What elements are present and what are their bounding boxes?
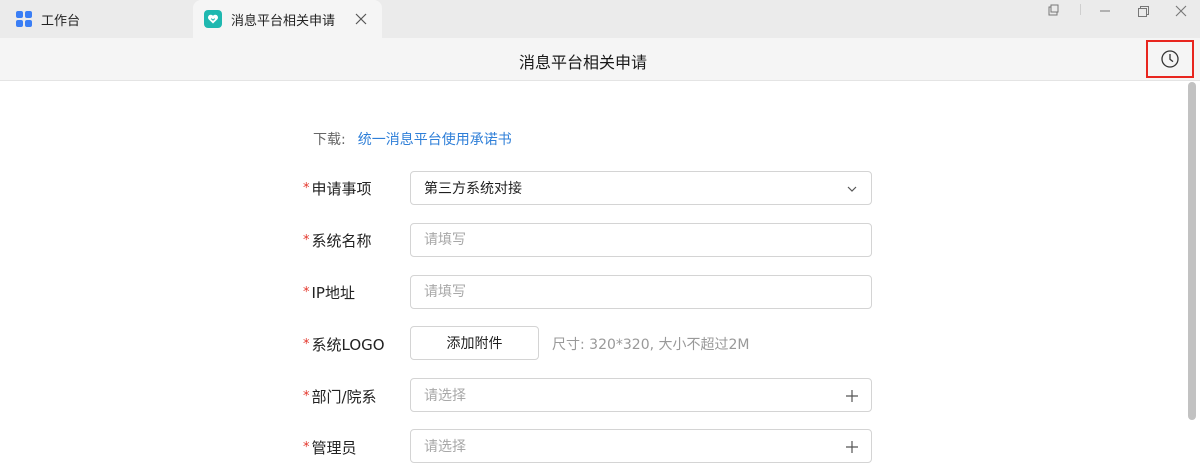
system-name-label: * 系统名称 — [303, 231, 372, 250]
commitment-letter-link[interactable]: 统一消息平台使用承诺书 — [358, 129, 512, 149]
department-picker[interactable]: 请选择 — [410, 378, 872, 412]
admin-label: * 管理员 — [303, 438, 357, 457]
page-header: 消息平台相关申请 — [0, 38, 1200, 81]
required-mark: * — [303, 439, 310, 455]
window-controls-divider — [1080, 4, 1081, 15]
system-name-field[interactable] — [410, 223, 872, 257]
ip-address-label: * IP地址 — [303, 283, 355, 302]
clock-icon — [1161, 50, 1179, 68]
plus-icon[interactable] — [845, 440, 859, 454]
add-attachment-button[interactable]: 添加附件 — [410, 326, 539, 360]
close-icon[interactable] — [1168, 2, 1194, 20]
department-placeholder: 请选择 — [424, 388, 466, 404]
plus-icon[interactable] — [845, 389, 859, 403]
required-mark: * — [303, 284, 310, 300]
admin-placeholder: 请选择 — [424, 439, 466, 455]
system-logo-label: * 系统LOGO — [303, 335, 385, 354]
department-label: * 部门/院系 — [303, 387, 377, 406]
chevron-down-icon — [847, 186, 857, 192]
application-item-select[interactable]: 第三方系统对接 — [410, 171, 872, 205]
pin-window-icon[interactable] — [1040, 2, 1066, 20]
history-button[interactable] — [1146, 40, 1194, 78]
required-mark: * — [303, 388, 310, 404]
application-item-label: * 申请事项 — [303, 179, 372, 198]
page-title: 消息平台相关申请 — [518, 53, 647, 72]
admin-picker[interactable]: 请选择 — [410, 429, 872, 463]
system-name-input[interactable] — [424, 232, 858, 248]
vertical-scrollbar[interactable] — [1188, 82, 1196, 420]
download-row: 下载: 统一消息平台使用承诺书 — [313, 129, 512, 149]
tab-workbench-label: 工作台 — [41, 13, 81, 29]
required-mark: * — [303, 336, 310, 352]
app-heart-icon — [204, 10, 222, 28]
tab-strip: 工作台 消息平台相关申请 — [0, 0, 1200, 38]
ip-address-input[interactable] — [424, 284, 858, 300]
tab-close-icon[interactable] — [354, 12, 368, 26]
required-mark: * — [303, 180, 310, 196]
tab-workbench[interactable]: 工作台 — [0, 0, 193, 38]
required-mark: * — [303, 232, 310, 248]
tab-message-platform[interactable]: 消息平台相关申请 — [193, 0, 382, 38]
application-item-value: 第三方系统对接 — [424, 181, 522, 197]
download-label: 下载: — [313, 132, 346, 148]
tab-message-platform-label: 消息平台相关申请 — [231, 13, 336, 29]
workbench-grid-icon — [16, 11, 32, 27]
minimize-icon[interactable] — [1092, 2, 1118, 20]
restore-icon[interactable] — [1130, 2, 1156, 20]
ip-address-field[interactable] — [410, 275, 872, 309]
logo-size-hint: 尺寸: 320*320, 大小不超过2M — [552, 337, 750, 353]
